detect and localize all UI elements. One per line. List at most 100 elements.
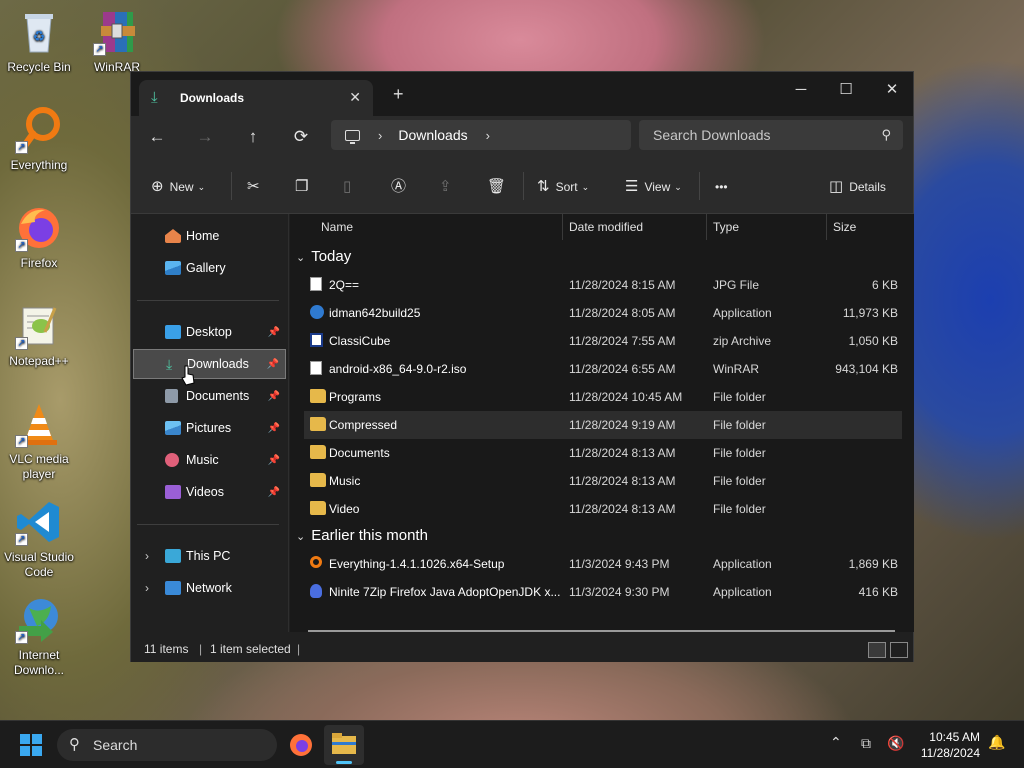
- sidebar-item-desktop[interactable]: Desktop 📌: [133, 317, 286, 347]
- clock-date: 11/28/2024: [920, 746, 980, 760]
- chevron-right-icon[interactable]: ›: [145, 581, 149, 595]
- file-row[interactable]: Ninite 7Zip Firefox Java AdoptOpenJDK x.…: [304, 578, 902, 606]
- notepadpp-icon: ↗: [15, 302, 63, 350]
- winrar-icon: ↗: [93, 8, 141, 56]
- file-row[interactable]: Documents 11/28/2024 8:13 AM File folder: [304, 439, 902, 467]
- chevron-right-icon[interactable]: ›: [378, 128, 382, 143]
- tab-downloads[interactable]: ⤓ Downloads ✕: [139, 80, 373, 116]
- pin-icon[interactable]: 📌: [268, 391, 280, 402]
- details-button[interactable]: ◫ Details: [829, 177, 886, 197]
- rename-button[interactable]: Ⓐ: [391, 177, 412, 197]
- back-button[interactable]: ←: [143, 124, 171, 150]
- maximize-button[interactable]: ☐: [823, 76, 869, 104]
- file-row[interactable]: Music 11/28/2024 8:13 AM File folder: [304, 467, 902, 495]
- tiles-view-button[interactable]: [890, 642, 908, 658]
- new-button[interactable]: ⊕ New ⌄: [151, 177, 205, 197]
- details-view-button[interactable]: [868, 642, 886, 658]
- file-type: WinRAR: [713, 362, 760, 376]
- divider: [231, 172, 232, 200]
- column-divider[interactable]: [826, 214, 827, 240]
- file-row[interactable]: 2Q== 11/28/2024 8:15 AM JPG File 6 KB: [304, 271, 902, 299]
- column-header-size[interactable]: Size: [833, 214, 856, 240]
- column-divider[interactable]: [706, 214, 707, 240]
- desktop-icon-vlc[interactable]: ↗ VLC media player: [1, 400, 77, 482]
- share-button[interactable]: ⇪: [439, 177, 458, 197]
- tab-title: Downloads: [180, 91, 245, 105]
- copy-button[interactable]: ❐: [295, 177, 314, 197]
- pin-icon[interactable]: 📌: [267, 359, 279, 370]
- forward-button[interactable]: →: [191, 124, 219, 150]
- file-row-selected[interactable]: Compressed 11/28/2024 9:19 AM File folde…: [304, 411, 902, 439]
- desktop-icon-everything[interactable]: ↗ Everything: [1, 106, 77, 173]
- sidebar-item-downloads[interactable]: ⤓ Downloads 📌: [133, 349, 286, 379]
- desktop-icon-notepadpp[interactable]: ↗ Notepad++: [1, 302, 77, 369]
- file-type: Application: [713, 585, 772, 599]
- clock[interactable]: 10:45 AM 11/28/2024: [921, 729, 980, 761]
- desktop-icon-idm[interactable]: ↗ Internet Downlo...: [1, 596, 77, 678]
- file-row[interactable]: ClassiCube 11/28/2024 7:55 AM zip Archiv…: [304, 327, 902, 355]
- group-header-earlier-this-month[interactable]: ⌄ Earlier this month: [296, 527, 428, 544]
- desktop-icon-vscode[interactable]: ↗ Visual Studio Code: [1, 498, 77, 580]
- file-row[interactable]: Programs 11/28/2024 10:45 AM File folder: [304, 383, 902, 411]
- notification-bell-icon[interactable]: 🔔: [988, 734, 1005, 751]
- column-header-date[interactable]: Date modified: [569, 214, 643, 240]
- breadcrumb-downloads[interactable]: Downloads: [398, 127, 467, 143]
- sidebar-item-this-pc[interactable]: › This PC: [133, 541, 286, 571]
- pin-icon[interactable]: 📌: [268, 455, 280, 466]
- column-divider[interactable]: [562, 214, 563, 240]
- more-dots-icon: •••: [715, 180, 728, 194]
- file-row[interactable]: Video 11/28/2024 8:13 AM File folder: [304, 495, 902, 523]
- address-bar[interactable]: › Downloads ›: [331, 120, 631, 150]
- file-date: 11/28/2024 8:13 AM: [569, 502, 676, 516]
- view-button[interactable]: ☰ View ⌄: [625, 177, 682, 197]
- sort-arrows-icon: ⇅: [537, 178, 550, 195]
- sidebar-label: Videos: [186, 485, 224, 499]
- status-bar: 11 items | 1 item selected |: [131, 632, 913, 662]
- sort-button[interactable]: ⇅ Sort ⌄: [537, 177, 589, 197]
- chevron-right-icon[interactable]: ›: [486, 128, 490, 143]
- minimize-button[interactable]: ─: [778, 76, 824, 104]
- pin-icon[interactable]: 📌: [268, 423, 280, 434]
- navigation-bar: ← → ↑ ⟳ › Downloads › Search Downloads ⚲: [131, 116, 913, 158]
- pin-icon[interactable]: 📌: [268, 327, 280, 338]
- taskbar-search[interactable]: ⚲ Search: [57, 729, 277, 761]
- new-tab-button[interactable]: +: [393, 84, 404, 105]
- taskbar-file-explorer[interactable]: [324, 725, 364, 765]
- delete-button[interactable]: 🗑: [487, 177, 512, 197]
- chevron-right-icon[interactable]: ›: [145, 549, 149, 563]
- sidebar-item-documents[interactable]: Documents 📌: [133, 381, 286, 411]
- chevron-down-icon: ⌄: [674, 182, 682, 192]
- sidebar-item-videos[interactable]: Videos 📌: [133, 477, 286, 507]
- column-header-type[interactable]: Type: [713, 214, 739, 240]
- sidebar-item-gallery[interactable]: Gallery: [133, 253, 286, 283]
- taskbar-firefox[interactable]: [289, 733, 313, 760]
- file-row[interactable]: Everything-1.4.1.1026.x64-Setup 11/3/202…: [304, 550, 902, 578]
- cut-button[interactable]: ✂: [247, 177, 266, 197]
- see-more-button[interactable]: •••: [715, 177, 728, 197]
- sidebar-item-music[interactable]: Music 📌: [133, 445, 286, 475]
- sidebar-item-network[interactable]: › Network: [133, 573, 286, 603]
- paste-button[interactable]: ▯: [343, 177, 357, 197]
- desktop-icon-recycle-bin[interactable]: ♻ Recycle Bin: [1, 8, 77, 75]
- refresh-button[interactable]: ⟳: [287, 124, 315, 150]
- volume-muted-icon[interactable]: 🔇: [887, 735, 904, 752]
- search-input[interactable]: Search Downloads ⚲: [639, 120, 903, 150]
- group-header-today[interactable]: ⌄ Today: [296, 248, 351, 265]
- desktop-icon-winrar[interactable]: ↗ WinRAR: [79, 8, 155, 75]
- sidebar-item-home[interactable]: Home: [133, 221, 286, 251]
- column-header-name[interactable]: Name: [321, 214, 353, 240]
- show-hidden-icons-chevron-icon[interactable]: ⌃: [830, 734, 842, 751]
- network-status-icon[interactable]: ⧉: [861, 735, 871, 752]
- zip-file-icon: [310, 333, 323, 347]
- svg-text:♻: ♻: [33, 28, 46, 44]
- file-row[interactable]: idman642build25 11/28/2024 8:05 AM Appli…: [304, 299, 902, 327]
- desktop-icon-firefox[interactable]: ↗ Firefox: [1, 204, 77, 271]
- start-button[interactable]: [20, 734, 42, 756]
- close-button[interactable]: ✕: [869, 76, 915, 104]
- file-type: Application: [713, 306, 772, 320]
- pin-icon[interactable]: 📌: [268, 487, 280, 498]
- file-row[interactable]: android-x86_64-9.0-r2.iso 11/28/2024 6:5…: [304, 355, 902, 383]
- up-button[interactable]: ↑: [239, 124, 267, 150]
- tab-close-icon[interactable]: ✕: [349, 89, 361, 106]
- sidebar-item-pictures[interactable]: Pictures 📌: [133, 413, 286, 443]
